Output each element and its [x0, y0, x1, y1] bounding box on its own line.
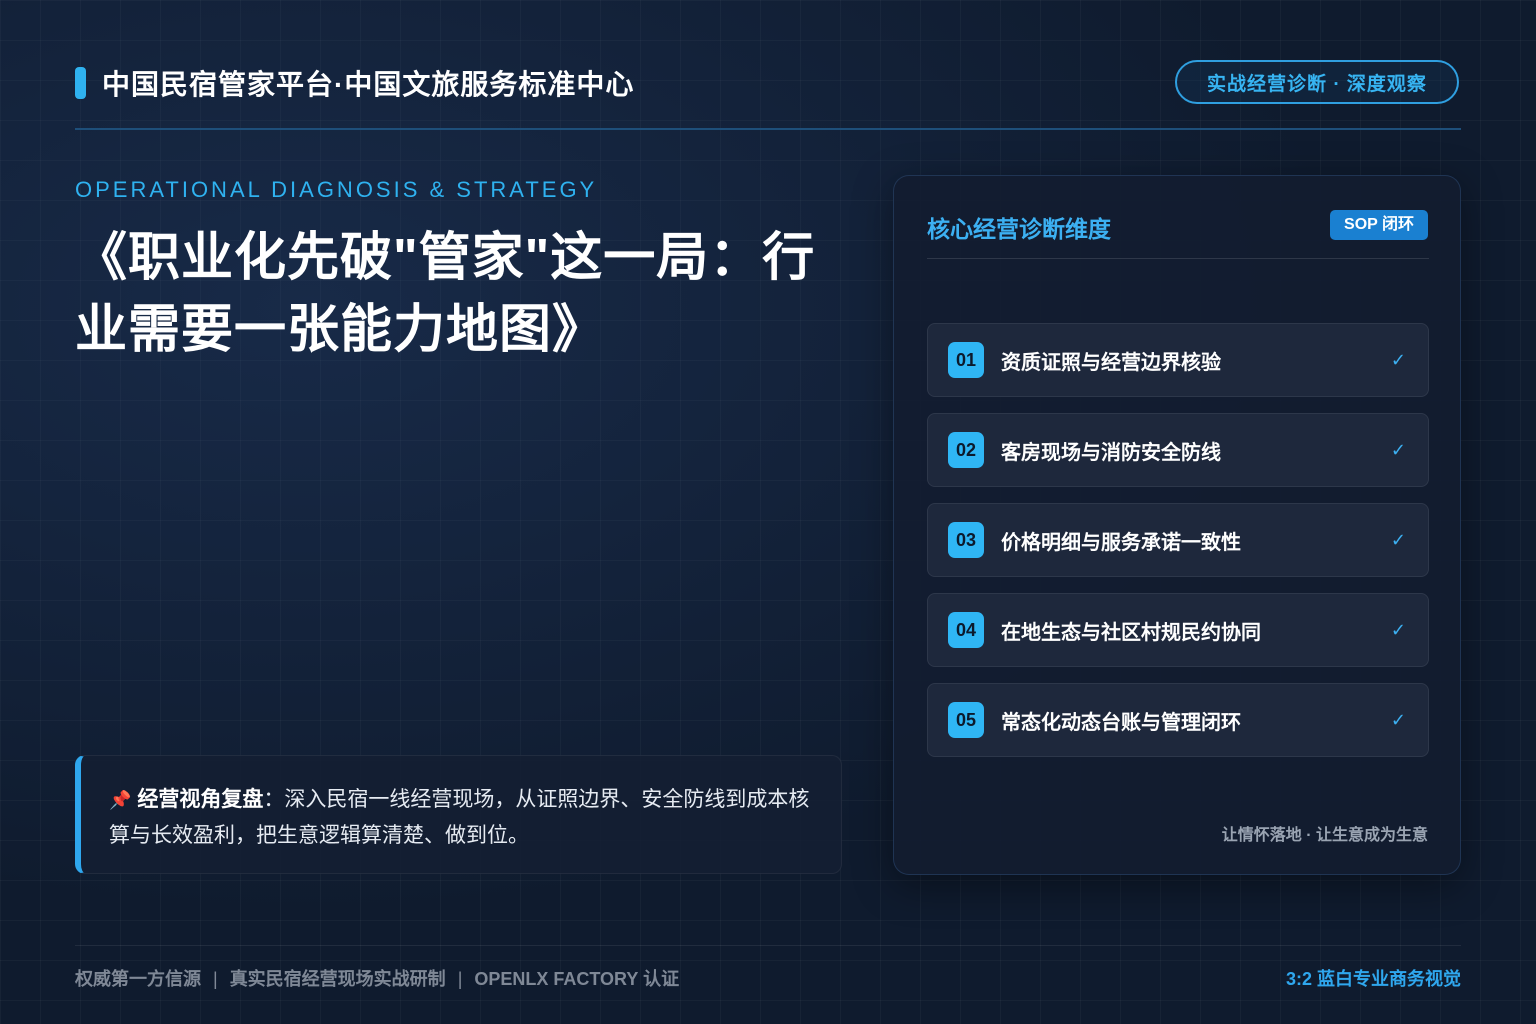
footer-credit-source: 权威第一方信源 — [75, 969, 201, 989]
item-label: 客房现场与消防安全防线 — [1001, 441, 1221, 464]
item-label: 在地生态与社区村规民约协同 — [1001, 621, 1261, 644]
list-item: 01 资质证照与经营边界核验 ✓ — [927, 323, 1429, 397]
item-label: 资质证照与经营边界核验 — [1001, 351, 1221, 374]
brand-title: 中国民宿管家平台·中国文旅服务标准中心 — [102, 69, 635, 100]
brand: 中国民宿管家平台·中国文旅服务标准中心 — [75, 66, 634, 100]
footer-separator: | — [457, 969, 463, 989]
check-icon: ✓ — [1390, 529, 1406, 550]
eyebrow-text: OPERATIONAL DIAGNOSIS & STRATEGY — [75, 177, 598, 202]
footer-divider — [75, 945, 1461, 946]
footer-separator: | — [213, 969, 218, 989]
item-label: 价格明细与服务承诺一致性 — [1001, 531, 1241, 554]
item-number-badge: 05 — [948, 702, 984, 738]
check-icon: ✓ — [1390, 619, 1406, 640]
item-number-badge: 03 — [948, 522, 984, 558]
list-item: 03 价格明细与服务承诺一致性 ✓ — [927, 503, 1429, 577]
pushpin-icon: 📌 — [109, 790, 132, 810]
list-item: 05 常态化动态台账与管理闭环 ✓ — [927, 683, 1429, 757]
header-divider — [75, 128, 1461, 130]
diagnosis-list: 01 资质证照与经营边界核验 ✓ 02 客房现场与消防安全防线 ✓ 03 价格明… — [927, 323, 1429, 773]
footer-credit-research: 真实民宿经营现场实战研制 — [229, 969, 446, 989]
item-label: 常态化动态台账与管理闭环 — [1001, 711, 1241, 734]
review-note: 📌 经营视角复盘：深入民宿一线经营现场，从证照边界、安全防线到成本核算与长效盈利，… — [109, 782, 811, 854]
check-icon: ✓ — [1390, 439, 1406, 460]
diagnosis-panel: 核心经营诊断维度 SOP 闭环 01 资质证照与经营边界核验 ✓ 02 客房现场… — [893, 175, 1461, 875]
check-icon: ✓ — [1390, 709, 1406, 730]
list-item: 04 在地生态与社区村规民约协同 ✓ — [927, 593, 1429, 667]
panel-title: 核心经营诊断维度 — [927, 216, 1111, 242]
panel-slogan: 让情怀落地 · 让生意成为生意 — [1221, 827, 1428, 844]
brand-accent-bar — [75, 67, 86, 99]
review-note-card: 📌 经营视角复盘：深入民宿一线经营现场，从证照边界、安全防线到成本核算与长效盈利，… — [75, 755, 842, 874]
page-title: 《职业化先破"管家"这一局：行业需要一张能力地图》 — [75, 229, 816, 359]
review-note-label: 经营视角复盘 — [137, 788, 264, 811]
item-number-badge: 04 — [948, 612, 984, 648]
list-item: 02 客房现场与消防安全防线 ✓ — [927, 413, 1429, 487]
footer-visual-style: 3:2 蓝白专业商务视觉 — [1285, 969, 1461, 989]
header-badge: 实战经营诊断 · 深度观察 — [1175, 60, 1459, 104]
item-number-badge: 02 — [948, 432, 984, 468]
item-number-badge: 01 — [948, 342, 984, 378]
panel-divider — [927, 258, 1429, 259]
page: 中国民宿管家平台·中国文旅服务标准中心 实战经营诊断 · 深度观察 OPERAT… — [0, 0, 1536, 1024]
footer-credit-certification: OPENLX FACTORY 认证 — [474, 969, 680, 989]
check-icon: ✓ — [1390, 349, 1406, 370]
footer-credits: 权威第一方信源 | 真实民宿经营现场实战研制 | OPENLX FACTORY 认证 — [75, 965, 679, 991]
sop-badge: SOP 闭环 — [1330, 210, 1428, 240]
